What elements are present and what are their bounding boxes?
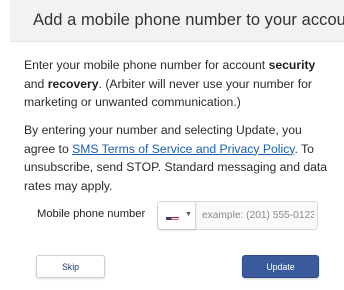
us-flag-icon [166,212,179,220]
update-button[interactable]: Update [242,255,319,278]
dialog-title: Add a mobile phone number to your accoun… [33,11,344,29]
phone-input-group: ▼ [157,201,318,230]
chevron-down-icon: ▼ [185,211,192,218]
dialog-margin [0,0,10,290]
phone-label: Mobile phone number [37,208,146,220]
recovery-emphasis: recovery [47,76,99,91]
skip-button[interactable]: Skip [36,255,105,278]
sms-terms-link[interactable]: SMS Terms of Service and Privacy Policy [72,142,294,156]
consent-paragraph: By entering your number and selecting Up… [24,121,336,195]
intro-text: Enter your mobile phone number for accou… [24,58,269,72]
intro-and: and [24,76,48,91]
add-phone-dialog: Add a mobile phone number to your accoun… [0,0,344,290]
security-emphasis: security [268,58,316,72]
country-code-select[interactable]: ▼ [158,202,196,229]
phone-number-input[interactable] [202,205,314,225]
dialog-header: Add a mobile phone number to your accoun… [10,0,344,42]
intro-paragraph: Enter your mobile phone number for accou… [24,56,336,112]
